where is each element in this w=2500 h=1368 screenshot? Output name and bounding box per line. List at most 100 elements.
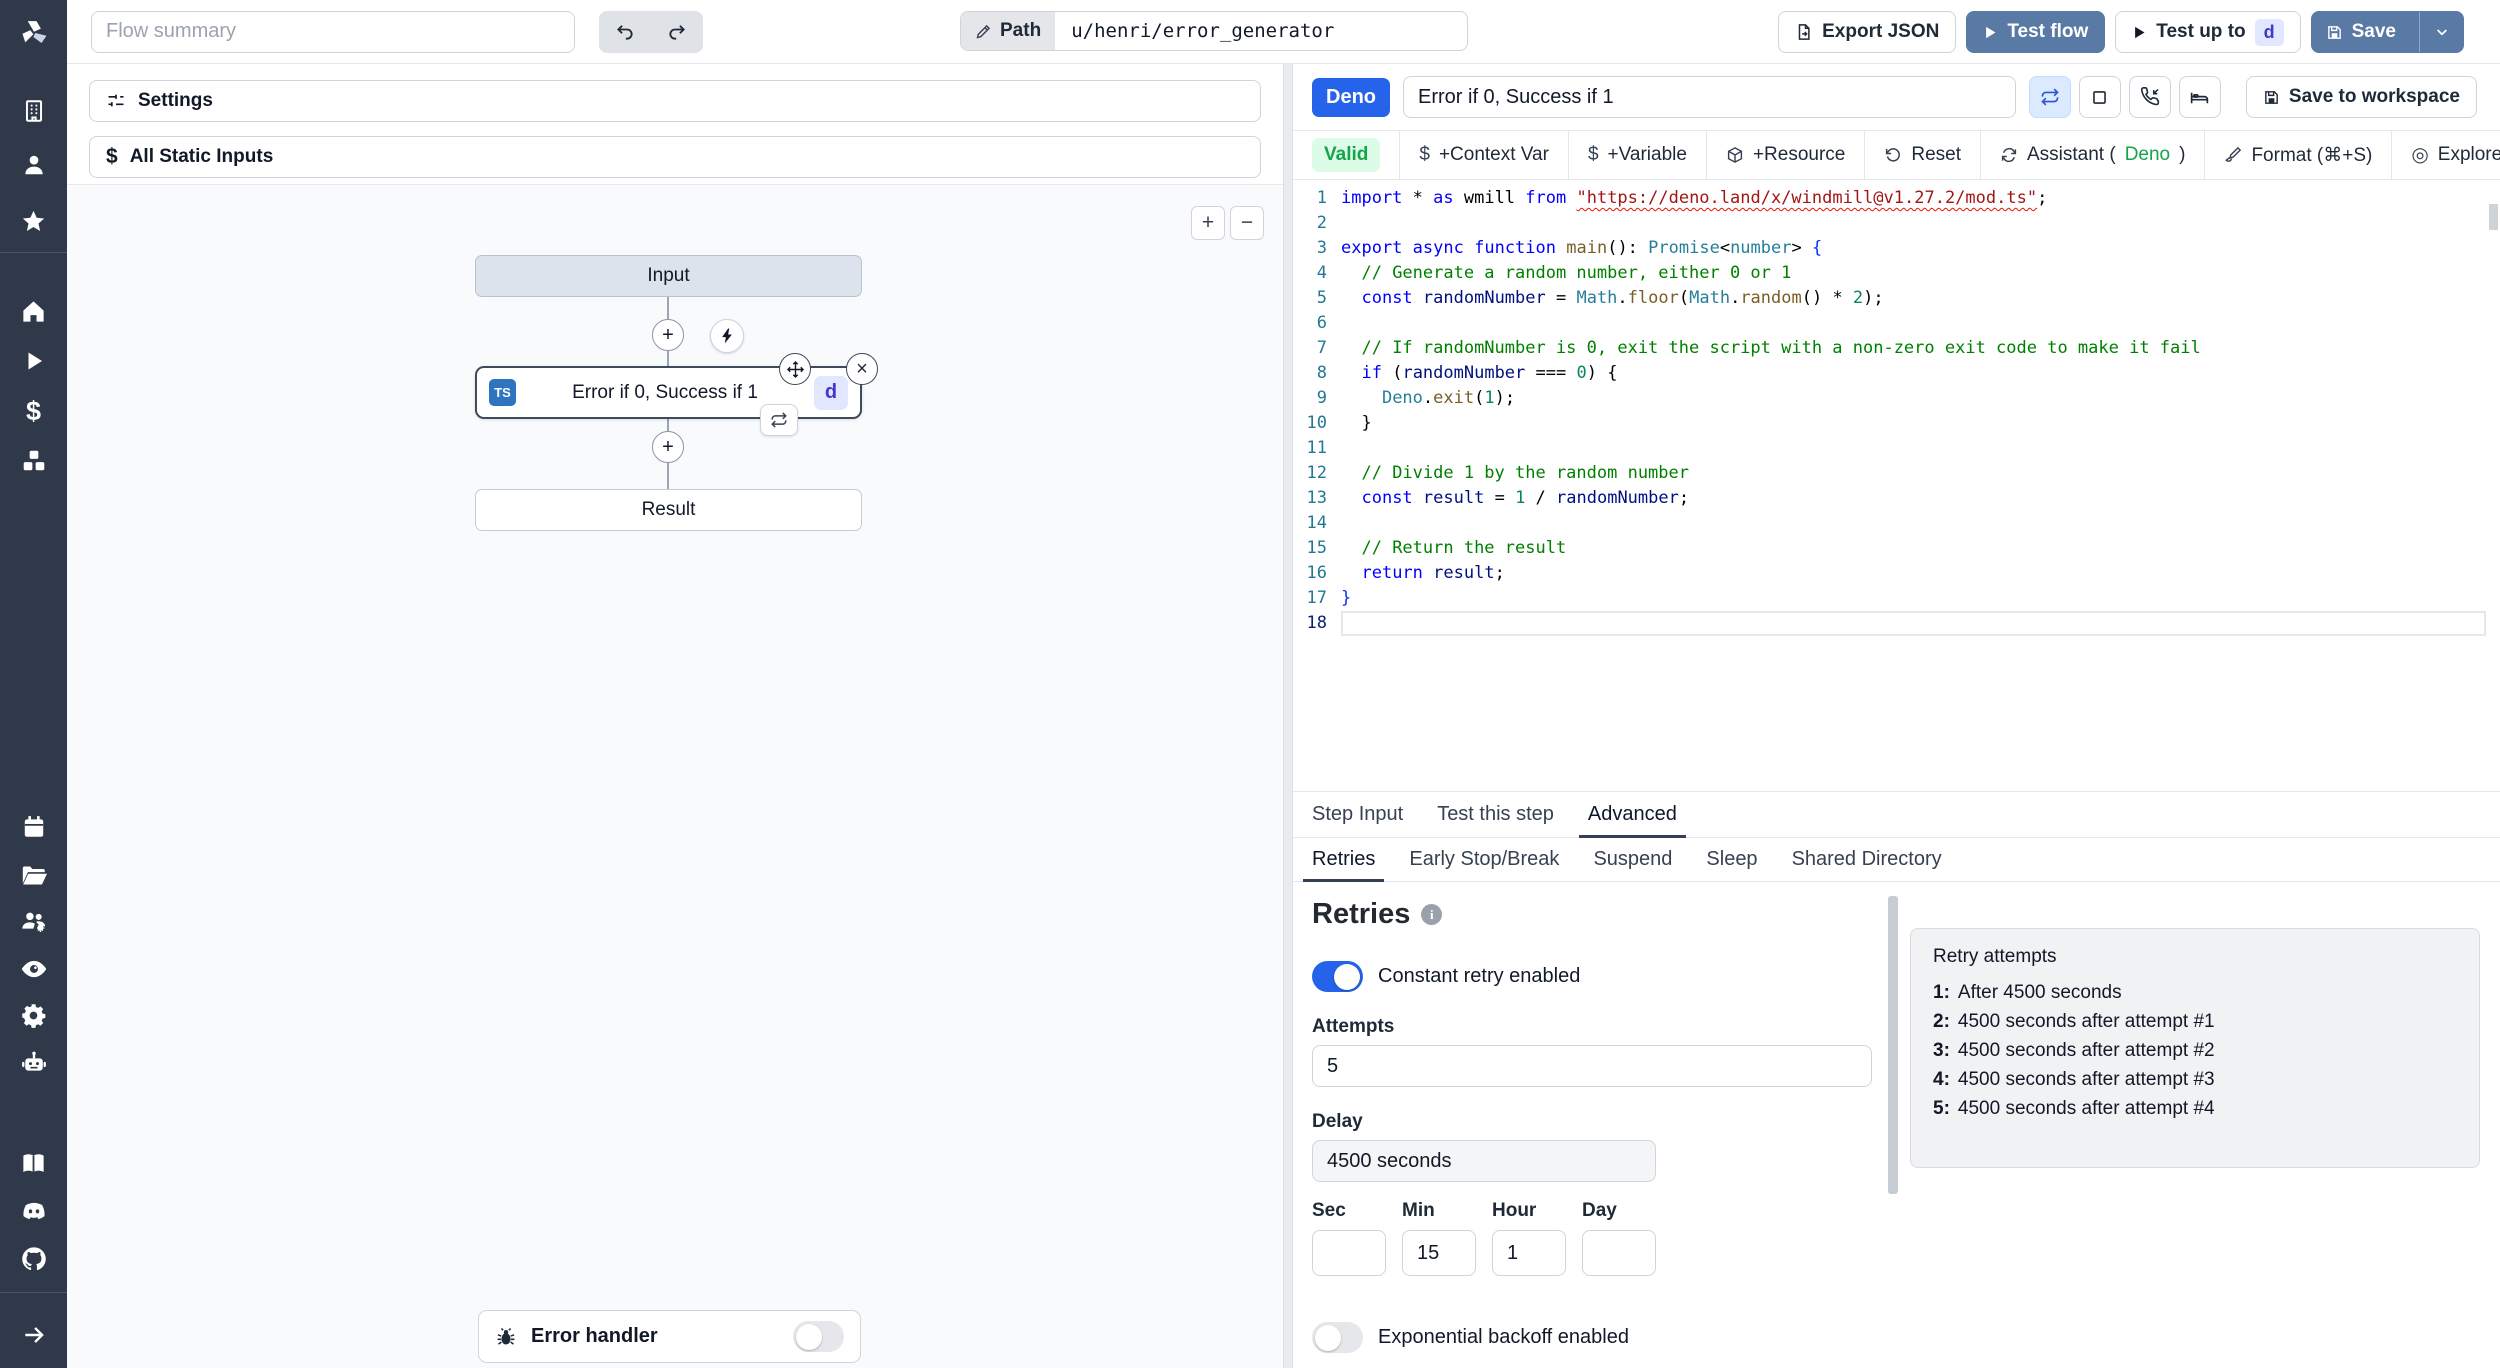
undo-redo-group [599,10,703,53]
subtab-retries[interactable]: Retries [1295,838,1392,882]
settings-gear-icon[interactable] [19,1000,49,1030]
sleep-shortcut-button[interactable] [2178,76,2221,118]
insert-step-button[interactable]: + [652,431,684,463]
toolbar-explore-scripts-button[interactable]: ◎Explore other s [2392,131,2500,179]
toolbar-add-resource-button[interactable]: +Resource [1707,131,1866,179]
toolbar-add-variable-button[interactable]: $ +Variable [1569,131,1707,179]
editor-toolbar: Valid $ +Context Var $ +Variable +Resource Re… [1293,130,2500,180]
panel-splitter[interactable] [1283,64,1293,1368]
retries-shortcut-button[interactable] [2028,76,2071,118]
code-line: 18 [1293,611,2500,636]
exponential-backoff-row: Exponential backoff enabled [1312,1322,2500,1353]
suspend-shortcut-button[interactable] [2128,76,2171,118]
input-node[interactable]: Input [475,255,862,297]
code-line: 13 const result = 1 / randomNumber; [1293,486,2500,511]
plus-icon: + [662,435,674,458]
code-line: 15 // Return the result [1293,536,2500,561]
collapse-arrow-right-icon[interactable] [19,1320,49,1350]
early-stop-shortcut-button[interactable] [2078,76,2121,118]
toolbar-assistant-button[interactable]: Assistant (Deno) [1981,131,2206,179]
discord-icon[interactable] [19,1196,49,1226]
step-tabs: Step Input Test this step Advanced [1293,792,2500,838]
error-handler-row[interactable]: Error handler [478,1310,861,1363]
all-static-inputs-row[interactable]: $ All Static Inputs [89,136,1261,178]
error-handler-toggle[interactable] [793,1321,844,1352]
line-number: 9 [1316,388,1327,408]
audit-eye-icon[interactable] [19,954,49,984]
lint-status-cell: Valid [1293,131,1401,179]
save-button[interactable]: Save [2310,11,2464,53]
flow-canvas[interactable]: + − Input + TS Error if 0, Success if 1 … [67,184,1283,1368]
delay-input[interactable] [1312,1140,1656,1182]
day-input[interactable] [1582,1230,1656,1276]
zoom-in-button[interactable]: + [1191,206,1225,240]
workers-robot-icon[interactable] [19,1048,49,1078]
tab-test-this-step[interactable]: Test this step [1420,792,1571,837]
line-content [1341,611,2486,636]
undo-button[interactable] [603,14,647,50]
step-panel: Deno Error if 0, Success if 1 Save to wo… [1293,64,2500,1368]
line-content: return result; [1361,563,1505,583]
home-icon[interactable] [19,296,49,326]
dollar-icon: $ [1587,144,1599,165]
test-up-to-button[interactable]: Test up to d [2115,11,2301,53]
sec-input[interactable] [1312,1230,1386,1276]
constant-retry-toggle[interactable] [1312,961,1363,992]
retries-section: Retries i Constant retry enabled Attempt… [1293,882,2500,1368]
windmill-logo-icon[interactable] [17,16,51,50]
line-number: 15 [1306,538,1327,558]
path-field[interactable]: Path u/henri/error_generator [960,11,1469,51]
step-retry-indicator[interactable] [760,404,798,436]
subtab-early-stop[interactable]: Early Stop/Break [1392,838,1576,881]
workspace-buildings-icon[interactable] [19,96,49,126]
attempts-input[interactable] [1312,1045,1872,1087]
info-icon[interactable]: i [1421,904,1443,925]
code-editor[interactable]: 1 import * as wmill from "https://deno.la… [1293,180,2500,792]
refresh-icon [2001,147,2017,163]
toolbar-reset-button[interactable]: Reset [1865,131,1981,179]
subtab-sleep[interactable]: Sleep [1689,838,1774,881]
resources-cubes-icon[interactable] [19,446,49,476]
result-node[interactable]: Result [475,489,862,531]
retries-scrollbar-thumb[interactable] [1888,896,1898,1194]
exponential-backoff-toggle[interactable] [1312,1322,1363,1353]
min-label: Min [1402,1200,1435,1221]
export-json-button[interactable]: Export JSON [1778,11,1957,53]
line-number: 17 [1306,588,1327,608]
github-icon[interactable] [19,1244,49,1274]
toolbar-format-button[interactable]: Format (⌘+S) [2205,131,2393,179]
docs-book-icon[interactable] [19,1148,49,1178]
user-icon[interactable] [19,150,49,180]
step-title-input[interactable] [1403,76,2016,118]
line-number: 13 [1306,488,1327,508]
delete-step-button[interactable]: × [846,353,878,385]
schedules-calendar-icon[interactable] [19,812,49,842]
tab-advanced[interactable]: Advanced [1571,792,1694,838]
insert-step-button[interactable]: + [652,319,684,351]
min-input[interactable] [1402,1230,1476,1276]
save-dropdown-button[interactable] [2419,12,2463,52]
toolbar-add-context-var-button[interactable]: $ +Context Var [1400,131,1569,179]
test-flow-button[interactable]: Test flow [1966,11,2106,53]
flow-settings-row[interactable]: Settings [89,80,1261,122]
runs-play-icon[interactable] [19,346,49,376]
folders-icon[interactable] [19,860,49,890]
constant-retry-label: Constant retry enabled [1378,965,1581,987]
move-step-button[interactable] [779,353,811,385]
play-icon [2135,26,2145,38]
variables-dollar-icon[interactable]: $ [19,396,49,426]
zoom-out-button[interactable]: − [1230,206,1264,240]
save-to-workspace-button[interactable]: Save to workspace [2245,76,2477,118]
line-number: 8 [1316,363,1327,383]
save-button-main[interactable]: Save [2312,12,2410,52]
redo-button[interactable] [655,14,699,50]
hour-input[interactable] [1492,1230,1566,1276]
tab-step-input[interactable]: Step Input [1295,792,1420,837]
editor-scrollbar-thumb[interactable] [2489,204,2498,230]
flow-summary-input[interactable] [91,10,575,53]
subtab-suspend[interactable]: Suspend [1576,838,1689,881]
subtab-shared-directory[interactable]: Shared Directory [1775,838,1959,881]
favorites-star-icon[interactable] [19,206,49,236]
groups-users-gear-icon[interactable] [19,906,49,936]
trigger-bolt-button[interactable] [710,319,744,353]
